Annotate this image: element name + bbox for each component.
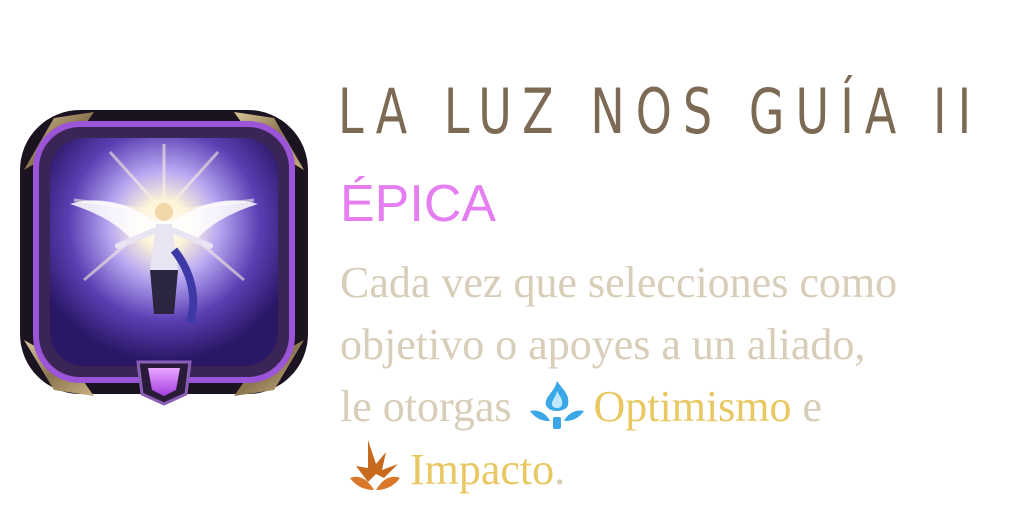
- keyword-impacto[interactable]: Impacto: [410, 445, 554, 494]
- relic-description: Cada vez que selecciones como objetivo o…: [340, 252, 1020, 500]
- relic-icon: [14, 100, 314, 410]
- description-line-4: Impacto.: [340, 438, 1020, 500]
- description-conjunction: e: [802, 382, 823, 431]
- relic-title: LA LUZ NOS GUÍA II: [338, 75, 983, 148]
- keyword-optimismo[interactable]: Optimismo: [594, 382, 792, 431]
- rarity-label: ÉPICA: [340, 175, 497, 233]
- description-ending: .: [554, 445, 566, 494]
- description-line-1: Cada vez que selecciones como: [340, 258, 898, 307]
- description-line-2: objetivo o apoyes a un aliado,: [340, 320, 866, 369]
- description-line-3: le otorgas Optimismo e: [340, 376, 1020, 438]
- description-text: le otorgas: [340, 382, 512, 431]
- orange-impact-icon: [346, 438, 404, 494]
- blue-flame-icon: [526, 377, 588, 431]
- relic-card: LA LUZ NOS GUÍA II ÉPICA Cada vez que se…: [0, 0, 1024, 512]
